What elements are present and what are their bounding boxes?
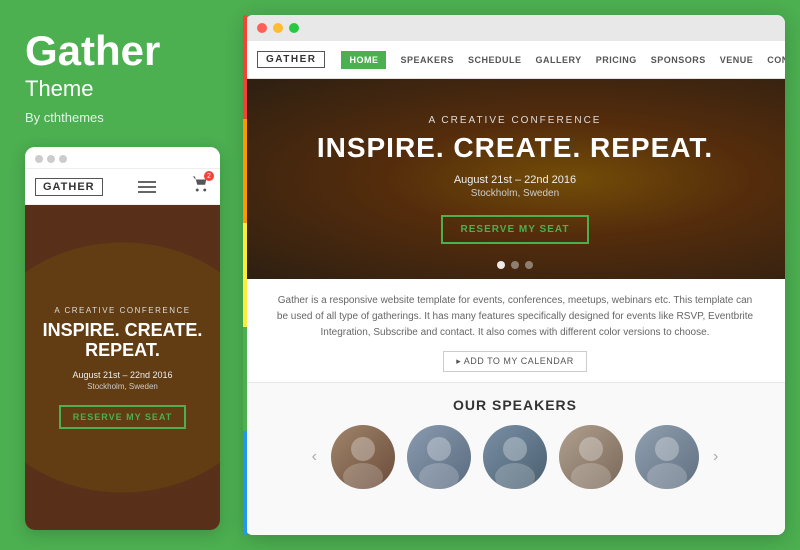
nav-item-home[interactable]: HOME bbox=[341, 51, 386, 69]
description-section: Gather is a responsive website template … bbox=[245, 279, 785, 383]
speaker-avatar-4[interactable] bbox=[559, 425, 623, 489]
speaker-5-svg bbox=[635, 425, 699, 489]
desktop-hero-content: A CREATIVE CONFERENCE INSPIRE. CREATE. R… bbox=[317, 115, 713, 244]
mobile-hero-section: A CREATIVE CONFERENCE INSPIRE. CREATE. R… bbox=[25, 205, 220, 530]
speaker-avatar-5[interactable] bbox=[635, 425, 699, 489]
mobile-dot-1 bbox=[35, 155, 43, 163]
mobile-hero-location: Stockholm, Sweden bbox=[87, 382, 158, 391]
mobile-hero-subtitle: A CREATIVE CONFERENCE bbox=[54, 306, 190, 315]
brand-author: By cththemes bbox=[25, 110, 220, 125]
desktop-hero-title: INSPIRE. CREATE. REPEAT. bbox=[317, 132, 713, 164]
nav-item-sponsors[interactable]: SPONSORS bbox=[651, 55, 706, 65]
hero-dot-3[interactable] bbox=[525, 261, 533, 269]
speakers-section: OUR SPEAKERS ‹ bbox=[245, 383, 785, 535]
browser-chrome bbox=[245, 15, 785, 41]
speakers-list bbox=[331, 425, 699, 489]
desktop-hero-section: A CREATIVE CONFERENCE INSPIRE. CREATE. R… bbox=[245, 79, 785, 279]
desktop-hero-location: Stockholm, Sweden bbox=[317, 188, 713, 199]
chrome-dot-green bbox=[289, 23, 299, 33]
nav-item-gallery[interactable]: GALLERY bbox=[536, 55, 582, 65]
mobile-logo: GATHER bbox=[35, 178, 103, 196]
hero-dot-2[interactable] bbox=[511, 261, 519, 269]
nav-item-pricing[interactable]: PRICING bbox=[596, 55, 637, 65]
speaker-3-svg bbox=[483, 425, 547, 489]
speaker-2-svg bbox=[407, 425, 471, 489]
nav-item-contact[interactable]: CONTACT bbox=[767, 55, 785, 65]
mobile-window-dots bbox=[35, 155, 67, 163]
nav-item-schedule[interactable]: SCHEDULE bbox=[468, 55, 522, 65]
mobile-dot-3 bbox=[59, 155, 67, 163]
hamburger-icon[interactable] bbox=[138, 181, 156, 193]
mobile-cart-icon[interactable]: 2 bbox=[192, 175, 210, 198]
desktop-nav: GATHER HOME SPEAKERS SCHEDULE GALLERY PR… bbox=[245, 41, 785, 79]
hamburger-line-2 bbox=[138, 186, 156, 188]
hamburger-line-1 bbox=[138, 181, 156, 183]
description-text: Gather is a responsive website template … bbox=[275, 293, 755, 341]
desktop-reserve-button[interactable]: RESERVE MY SEAT bbox=[441, 215, 590, 244]
desktop-hero-subtitle: A CREATIVE CONFERENCE bbox=[317, 115, 713, 126]
mobile-dot-2 bbox=[47, 155, 55, 163]
mobile-hero-date: August 21st – 22nd 2016 bbox=[72, 370, 172, 380]
speakers-row: ‹ bbox=[265, 425, 765, 489]
hamburger-line-3 bbox=[138, 191, 156, 193]
hero-dot-1[interactable] bbox=[497, 261, 505, 269]
left-panel: Gather Theme By cththemes GATHER 2 bbox=[0, 0, 245, 550]
speaker-4-svg bbox=[559, 425, 623, 489]
desktop-hero-date: August 21st – 22nd 2016 bbox=[317, 174, 713, 186]
speakers-next-arrow[interactable]: › bbox=[713, 448, 718, 466]
brand-title: Gather bbox=[25, 30, 220, 72]
hero-carousel-dots bbox=[497, 261, 533, 269]
desktop-logo: GATHER bbox=[257, 51, 325, 68]
chrome-dot-yellow bbox=[273, 23, 283, 33]
cart-badge: 2 bbox=[204, 171, 214, 181]
speakers-prev-arrow[interactable]: ‹ bbox=[312, 448, 317, 466]
speaker-avatar-2[interactable] bbox=[407, 425, 471, 489]
mobile-hero-title: INSPIRE. CREATE. REPEAT. bbox=[37, 321, 208, 361]
accent-bar bbox=[243, 15, 247, 535]
brand-subtitle: Theme bbox=[25, 76, 220, 102]
speaker-avatar-1[interactable] bbox=[331, 425, 395, 489]
mobile-nav: GATHER 2 bbox=[25, 169, 220, 205]
nav-item-venue[interactable]: VENUE bbox=[720, 55, 754, 65]
chrome-dot-red bbox=[257, 23, 267, 33]
speaker-avatar-3[interactable] bbox=[483, 425, 547, 489]
desktop-nav-items: HOME SPEAKERS SCHEDULE GALLERY PRICING S… bbox=[341, 46, 785, 73]
nav-item-speakers[interactable]: SPEAKERS bbox=[400, 55, 454, 65]
mobile-browser-chrome bbox=[25, 147, 220, 169]
speaker-1-svg bbox=[331, 425, 395, 489]
add-to-calendar-button[interactable]: ▸ ADD TO MY CALENDAR bbox=[443, 351, 587, 372]
mobile-reserve-button[interactable]: RESERVE MY SEAT bbox=[59, 405, 187, 429]
right-panel: GATHER HOME SPEAKERS SCHEDULE GALLERY PR… bbox=[245, 15, 785, 535]
mobile-preview-card: GATHER 2 A CREATIVE CONFERENCE INSPIRE. … bbox=[25, 147, 220, 530]
speakers-section-title: OUR SPEAKERS bbox=[265, 397, 765, 413]
